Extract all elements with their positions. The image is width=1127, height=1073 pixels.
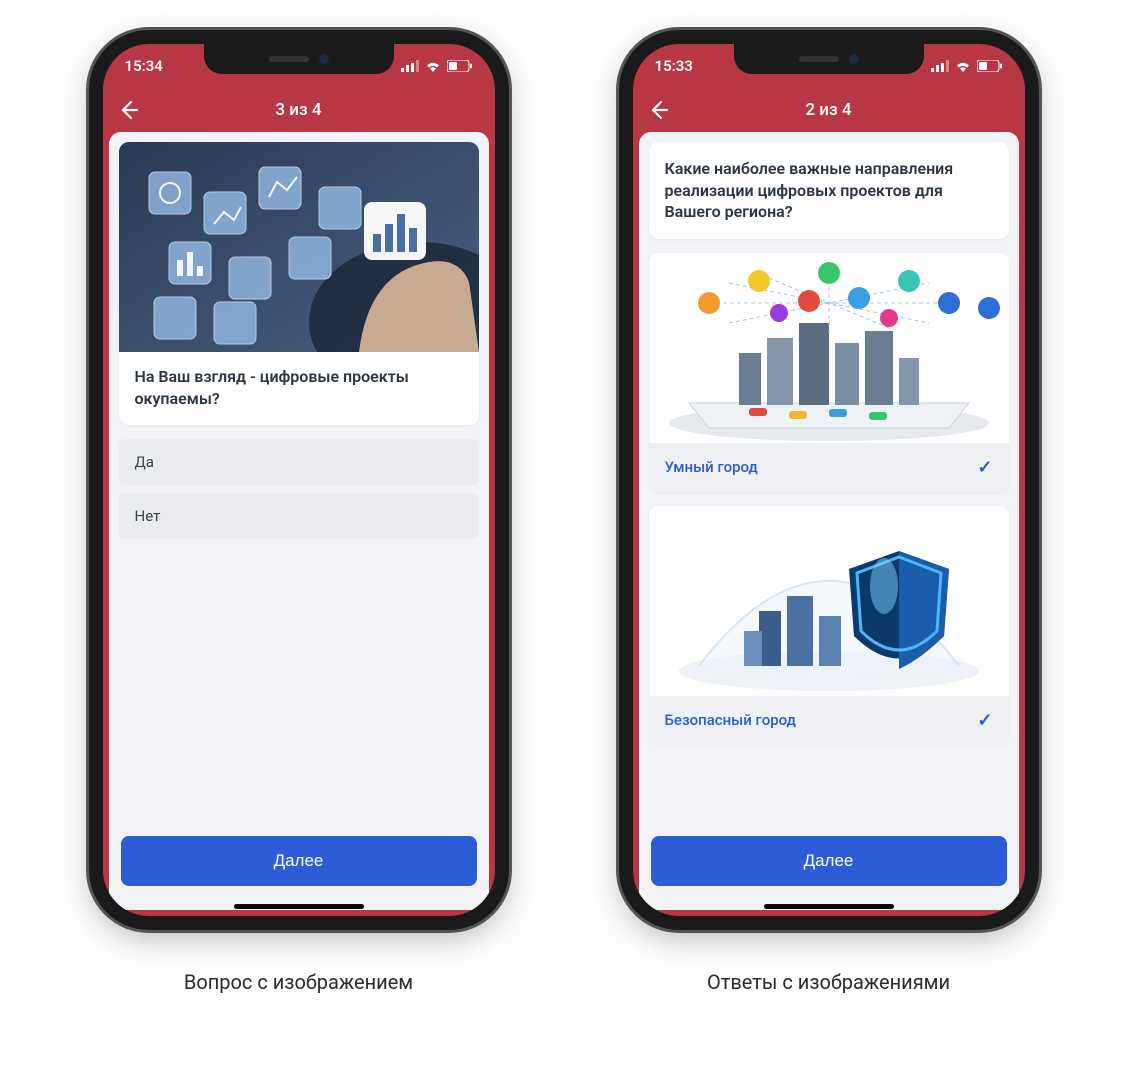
question-card: Какие наиболее важные направления реализ… [649,142,1009,239]
home-indicator[interactable] [234,904,364,909]
bottom-button-bar: Далее [109,826,489,910]
wifi-icon [955,60,971,72]
phone-mockup-left: 15:34 3 из 4 [89,30,509,930]
answer-option-label: Да [135,453,154,471]
page-progress-title: 3 из 4 [103,100,495,120]
next-button[interactable]: Далее [121,836,477,886]
question-image [119,142,479,352]
answer-image [649,506,1009,696]
signal-icon [401,60,419,72]
content-area: Какие наиболее важные направления реализ… [639,132,1019,910]
battery-icon [447,60,473,72]
caption-right: Ответы с изображениями [619,970,1039,994]
scroll-content[interactable]: Какие наиболее важные направления реализ… [639,132,1019,836]
question-text: На Ваш взгляд - цифровые проекты окупаем… [119,352,479,425]
bottom-button-bar: Далее [639,826,1019,910]
back-arrow-icon[interactable] [647,99,677,121]
answer-label-row: Безопасный город ✓ [649,696,1009,745]
answer-image [649,253,1009,443]
answer-option-yes[interactable]: Да [119,439,479,485]
wifi-icon [425,60,441,72]
next-button[interactable]: Далее [651,836,1007,886]
checkmark-icon: ✓ [977,710,992,731]
scroll-content[interactable]: На Ваш взгляд - цифровые проекты окупаем… [109,132,489,836]
next-button-label: Далее [274,851,324,870]
image-answer-smart-city[interactable]: Умный город ✓ [649,253,1009,492]
answer-label: Умный город [665,458,758,476]
status-time: 15:33 [655,57,693,75]
answer-label: Безопасный город [665,711,796,729]
answer-option-label: Нет [135,507,161,525]
answer-option-no[interactable]: Нет [119,493,479,539]
device-notch [204,44,394,74]
home-indicator[interactable] [764,904,894,909]
question-text: Какие наиболее важные направления реализ… [649,142,1009,239]
phone-mockup-right: 15:33 2 из 4 [619,30,1039,930]
status-time: 15:34 [125,57,163,75]
battery-icon [977,60,1003,72]
content-area: На Ваш взгляд - цифровые проекты окупаем… [109,132,489,910]
page-progress-title: 2 из 4 [633,100,1025,120]
app-header: 3 из 4 [103,88,495,132]
checkmark-icon: ✓ [977,457,992,478]
caption-left: Вопрос с изображением [89,970,509,994]
question-card: На Ваш взгляд - цифровые проекты окупаем… [119,142,479,425]
image-answer-safe-city[interactable]: Безопасный город ✓ [649,506,1009,745]
next-button-label: Далее [804,851,854,870]
app-header: 2 из 4 [633,88,1025,132]
answer-label-row: Умный город ✓ [649,443,1009,492]
back-arrow-icon[interactable] [117,99,147,121]
signal-icon [931,60,949,72]
device-notch [734,44,924,74]
